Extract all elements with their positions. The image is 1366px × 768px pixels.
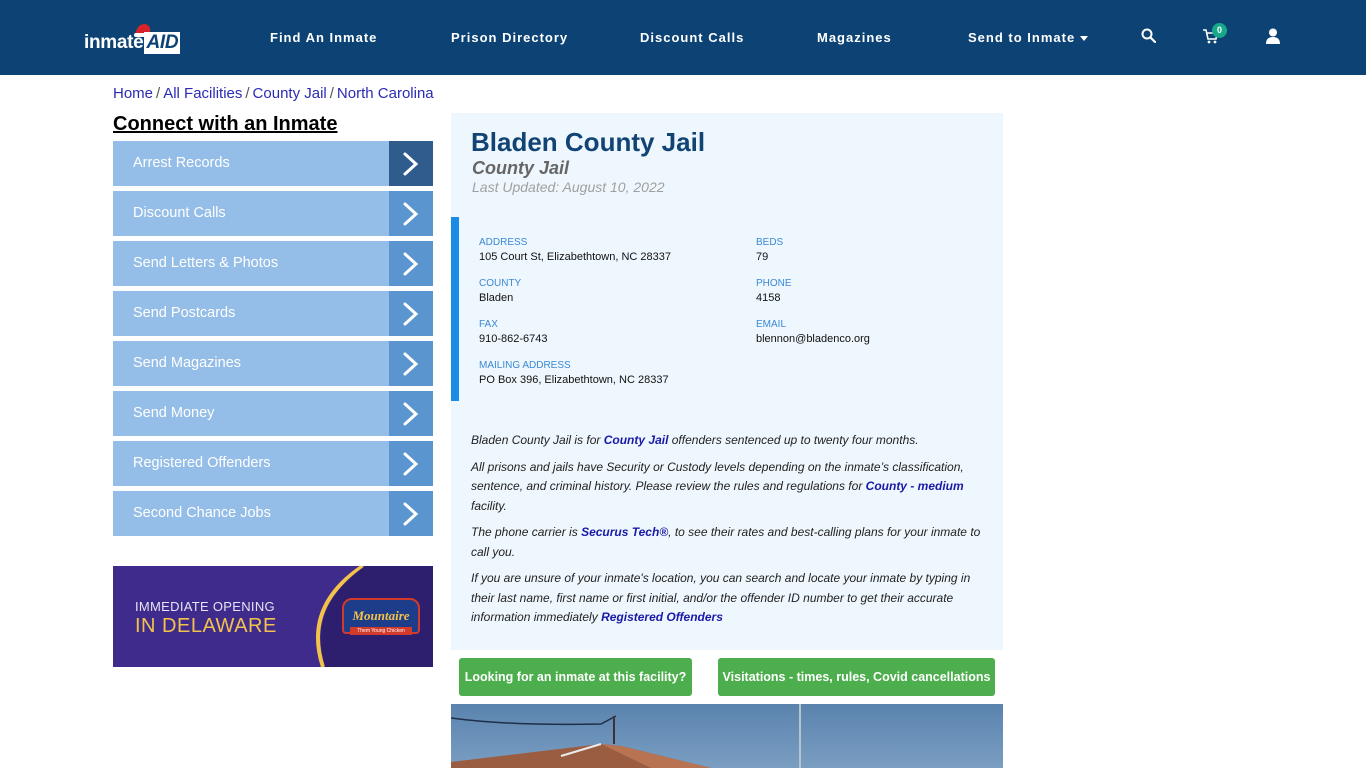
breadcrumb-county-jail[interactable]: County Jail — [253, 85, 327, 102]
find-inmate-button[interactable]: Looking for an inmate at this facility? — [459, 658, 692, 696]
sidebar-item-label: Registered Offenders — [133, 455, 271, 471]
mailing-address-field: MAILING ADDRESS PO Box 396, Elizabethtow… — [479, 360, 669, 386]
ad-brand: Mountaire — [352, 608, 410, 623]
description-paragraph: If you are unsure of your inmate's locat… — [471, 571, 971, 624]
user-icon[interactable] — [1266, 28, 1280, 44]
sidebar-item-send-letters-photos[interactable]: Send Letters & Photos — [113, 241, 433, 286]
nav-discount-calls[interactable]: Discount Calls — [640, 30, 744, 45]
facility-name: Bladen County Jail — [471, 127, 706, 157]
sidebar-item-label: Discount Calls — [133, 205, 226, 221]
nav-magazines[interactable]: Magazines — [817, 30, 892, 45]
sidebar-item-registered-offenders[interactable]: Registered Offenders — [113, 441, 433, 486]
sidebar-item-label: Second Chance Jobs — [133, 505, 271, 521]
chevron-right-icon — [389, 441, 433, 486]
field-label: EMAIL — [756, 319, 787, 330]
description-paragraph: The phone carrier is Securus Tech®, to s… — [471, 525, 981, 559]
last-updated: Last Updated: August 10, 2022 — [472, 179, 665, 195]
field-value: 4158 — [756, 292, 781, 304]
chevron-right-icon — [389, 291, 433, 336]
facility-type: County Jail — [472, 158, 570, 178]
breadcrumb-home[interactable]: Home — [113, 85, 153, 102]
field-value: Bladen — [479, 292, 514, 304]
breadcrumb-all-facilities[interactable]: All Facilities — [163, 85, 242, 102]
facility-info-block: ADDRESS 105 Court St, Elizabethtown, NC … — [451, 217, 1003, 401]
chevron-right-icon — [389, 341, 433, 386]
breadcrumb-north-carolina[interactable]: North Carolina — [337, 85, 434, 102]
sidebar-item-send-magazines[interactable]: Send Magazines — [113, 341, 433, 386]
field-label: ADDRESS — [479, 237, 528, 248]
breadcrumb-separator: / — [245, 85, 250, 102]
field-value: PO Box 396, Elizabethtown, NC 28337 — [479, 374, 669, 386]
logo-text: inmate AID — [84, 32, 181, 54]
facility-description: Bladen County Jail is for County Jail of… — [471, 431, 986, 635]
phone-field: PHONE 4158 — [756, 278, 792, 304]
facility-panel: Bladen County Jail County Jail Last Upda… — [451, 113, 1003, 650]
field-value: 105 Court St, Elizabethtown, NC 28337 — [479, 251, 672, 263]
beds-field: BEDS 79 — [756, 237, 783, 263]
sidebar-item-label: Arrest Records — [133, 155, 230, 171]
phone-carrier-link[interactable]: Securus Tech® — [581, 525, 668, 539]
field-label: BEDS — [756, 237, 784, 248]
facility-photo-image — [451, 704, 801, 768]
chevron-right-icon — [389, 391, 433, 436]
nav-send-to-inmate[interactable]: Send to Inmate — [968, 30, 1089, 45]
field-value: 910-862-6743 — [479, 333, 548, 345]
inmateaid-logo[interactable]: inmate AID — [84, 22, 184, 54]
nav-send-to-inmate-label: Send to Inmate — [968, 30, 1076, 45]
chevron-right-icon — [389, 491, 433, 536]
ad-brand-tagline: Them Young Chicken — [350, 627, 412, 635]
facility-photo — [451, 704, 1003, 768]
county-field: COUNTY Bladen — [479, 278, 521, 304]
mountaire-logo: Mountaire Them Young Chicken — [342, 598, 420, 635]
visitation-button[interactable]: Visitations - times, rules, Covid cancel… — [718, 658, 995, 696]
cart-count-badge: 0 — [1212, 23, 1227, 38]
sidebar-item-discount-calls[interactable]: Discount Calls — [113, 191, 433, 236]
field-label: COUNTY — [479, 278, 522, 289]
field-value: blennon@bladenco.org — [756, 333, 870, 345]
field-label: MAILING ADDRESS — [479, 360, 571, 371]
security-level-link[interactable]: County - medium — [866, 479, 964, 493]
nav-find-an-inmate[interactable]: Find An Inmate — [270, 30, 377, 45]
county-jail-link[interactable]: County Jail — [604, 433, 669, 447]
ad-headline: IMMEDIATE OPENING — [135, 599, 275, 614]
sidebar-item-send-postcards[interactable]: Send Postcards — [113, 291, 433, 336]
field-label: PHONE — [756, 278, 792, 289]
sidebar-item-label: Send Letters & Photos — [133, 255, 279, 271]
fax-field: FAX 910-862-6743 — [479, 319, 548, 345]
description-paragraph: Bladen County Jail is for County Jail of… — [471, 433, 919, 447]
nav-prison-directory[interactable]: Prison Directory — [451, 30, 568, 45]
breadcrumb-separator: / — [329, 85, 334, 102]
top-navbar: inmate AID Find An Inmate Prison Director… — [0, 0, 1366, 75]
chevron-right-icon — [389, 141, 433, 186]
sidebar-item-label: Send Money — [133, 405, 215, 421]
advertisement-banner[interactable]: IMMEDIATE OPENING IN DELAWARE Mountaire … — [113, 566, 433, 667]
chevron-right-icon — [389, 191, 433, 236]
registered-offenders-link[interactable]: Registered Offenders — [601, 610, 723, 624]
sidebar-item-arrest-records[interactable]: Arrest Records — [113, 141, 433, 186]
sidebar-item-label: Send Magazines — [133, 355, 242, 371]
field-label: FAX — [479, 319, 498, 330]
ad-subheadline: IN DELAWARE — [135, 615, 277, 637]
search-icon[interactable] — [1141, 28, 1156, 43]
breadcrumb-separator: / — [156, 85, 161, 102]
sidebar-item-send-money[interactable]: Send Money — [113, 391, 433, 436]
chevron-right-icon — [389, 241, 433, 286]
sidebar-item-second-chance-jobs[interactable]: Second Chance Jobs — [113, 491, 433, 536]
breadcrumb: Home / All Facilities / County Jail / North Ca… — [113, 85, 434, 102]
description-paragraph: All prisons and jails have Security or C… — [471, 459, 964, 513]
field-value: 79 — [756, 251, 769, 263]
email-field: EMAIL blennon@bladenco.org — [756, 319, 870, 345]
sidebar-title: Connect with an Inmate — [113, 113, 338, 135]
sidebar-menu: Arrest Records Discount Calls Send Lette… — [113, 141, 433, 541]
caret-down-icon — [1080, 36, 1089, 42]
address-field: ADDRESS 105 Court St, Elizabethtown, NC … — [479, 237, 671, 263]
sidebar-item-label: Send Postcards — [133, 305, 236, 321]
